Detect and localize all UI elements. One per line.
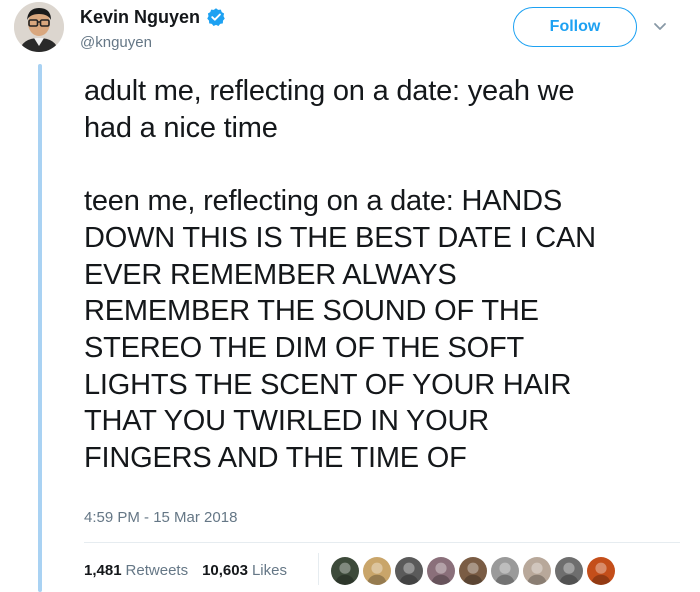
retweets-stat[interactable]: 1,481 Retweets [84, 562, 188, 579]
liker-avatars [330, 556, 618, 586]
verified-badge-icon [206, 7, 226, 27]
likes-count: 10,603 [202, 561, 248, 579]
liker-avatar-9[interactable] [586, 556, 616, 586]
author-handle[interactable]: @knguyen [80, 34, 226, 51]
liker-avatar-1[interactable] [330, 556, 360, 586]
liker-avatar-8[interactable] [554, 556, 584, 586]
liker-avatar-4[interactable] [426, 556, 456, 586]
retweets-label: Retweets [125, 561, 189, 579]
liker-avatar-6[interactable] [490, 556, 520, 586]
stats-divider-line [84, 542, 680, 543]
likes-stat[interactable]: 10,603 Likes [202, 562, 287, 579]
chevron-down-icon[interactable] [652, 20, 668, 32]
liker-avatar-3[interactable] [394, 556, 424, 586]
liker-avatar-7[interactable] [522, 556, 552, 586]
tweet-text: adult me, reflecting on a date: yeah we … [84, 75, 596, 475]
author-name[interactable]: Kevin Nguyen [80, 7, 200, 28]
stats-separator [318, 553, 319, 585]
tweet-stats: 1,481 Retweets 10,603 Likes [84, 561, 287, 579]
liker-avatar-2[interactable] [362, 556, 392, 586]
follow-button[interactable]: Follow [513, 7, 637, 47]
author-avatar[interactable] [14, 2, 64, 52]
liker-avatar-5[interactable] [458, 556, 488, 586]
likes-label: Likes [251, 561, 287, 579]
tweet-timestamp[interactable]: 4:59 PM - 15 Mar 2018 [84, 509, 237, 526]
retweets-count: 1,481 [84, 561, 122, 579]
author-info: Kevin Nguyen @knguyen [80, 6, 226, 51]
thread-line [38, 64, 42, 592]
